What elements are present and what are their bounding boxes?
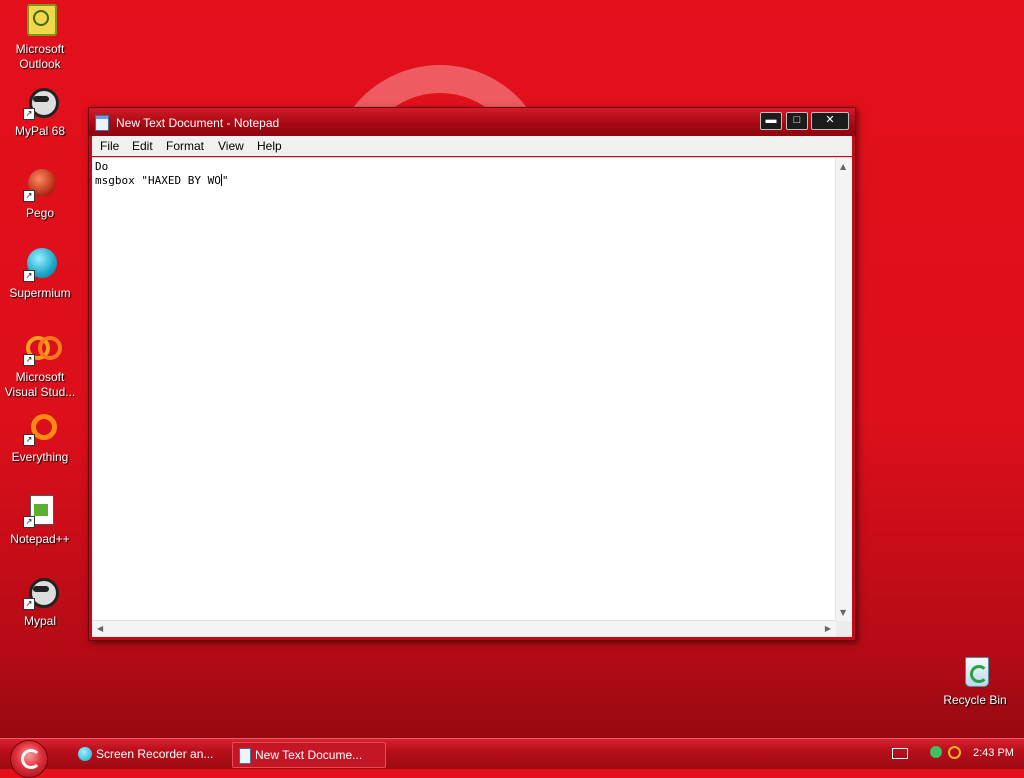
horizontal-scrollbar[interactable]: ◀ ▶ [92, 620, 836, 637]
screen-recorder-icon [78, 747, 92, 761]
keyboard-icon[interactable] [892, 748, 908, 759]
desktop-icon-mypal-68[interactable]: ↗ MyPal 68 [0, 86, 80, 139]
editor-line-2: msgbox "HAXED BY WO [95, 174, 221, 187]
shortcut-arrow-icon: ↗ [23, 270, 35, 282]
notepad-icon [239, 748, 251, 764]
editor-line-2-tail: " [221, 174, 229, 187]
desktop-icon-label: Pego [25, 206, 55, 220]
start-button[interactable] [10, 740, 48, 778]
menu-edit[interactable]: Edit [132, 139, 153, 153]
shortcut-arrow-icon: ↗ [23, 108, 35, 120]
shortcut-arrow-icon: ↗ [23, 190, 35, 202]
clock[interactable]: 2:43 PM [973, 747, 1014, 759]
pego-icon: ↗ [23, 168, 57, 202]
desktop-icon-label: Mypal [23, 614, 56, 628]
outlook-icon [23, 4, 57, 38]
taskbar-item-notepad[interactable]: New Text Docume... [232, 742, 386, 768]
window-title: New Text Document - Notepad [116, 116, 280, 130]
scroll-up-arrow-icon[interactable]: ▲ [840, 162, 846, 171]
desktop-icon-outlook[interactable]: Microsoft Outlook [0, 4, 80, 72]
desktop-icon-label: Recycle Bin [943, 693, 1007, 707]
desktop-icon-label: Notepad++ [10, 532, 70, 546]
scroll-down-arrow-icon[interactable]: ▼ [840, 608, 846, 617]
menu-view[interactable]: View [218, 139, 244, 153]
resize-grip[interactable] [836, 621, 852, 637]
taskbar-item-label: New Text Docume... [255, 748, 363, 762]
shortcut-arrow-icon: ↗ [23, 434, 35, 446]
shortcut-arrow-icon: ↗ [23, 598, 35, 610]
shortcut-arrow-icon: ↗ [23, 354, 35, 366]
taskbar-item-screen-recorder[interactable]: Screen Recorder an... [74, 742, 224, 766]
text-editor[interactable]: Do msgbox "HAXED BY WO" ▲ ▼ ◀ ▶ [92, 157, 852, 637]
taskbar-item-label: Screen Recorder an... [96, 747, 214, 761]
menu-bar: File Edit Format View Help [92, 136, 852, 156]
desktop-icon-pego[interactable]: ↗ Pego [0, 168, 80, 221]
start-logo-icon [21, 749, 41, 769]
desktop-icon-notepadpp[interactable]: ↗ Notepad++ [0, 494, 80, 547]
title-bar[interactable]: New Text Document - Notepad ▬ □ ✕ [89, 108, 855, 136]
mypal-icon: ↗ [23, 576, 59, 610]
desktop-icon-label: Microsoft Outlook [15, 42, 65, 71]
minimize-button[interactable]: ▬ [760, 112, 782, 130]
search-icon[interactable] [948, 746, 961, 759]
menu-format[interactable]: Format [166, 139, 204, 153]
close-button[interactable]: ✕ [811, 112, 849, 130]
everything-icon: ↗ [23, 412, 57, 446]
maximize-button[interactable]: □ [786, 112, 808, 130]
editor-line-1: Do [95, 160, 109, 173]
recycle-bin-icon [958, 655, 992, 689]
editor-content[interactable]: Do msgbox "HAXED BY WO" [95, 160, 228, 188]
desktop-icon-label: MyPal 68 [14, 124, 66, 138]
mypal-icon: ↗ [23, 86, 59, 120]
notepad-icon [95, 115, 109, 131]
scroll-left-arrow-icon[interactable]: ◀ [97, 624, 103, 633]
notepadpp-icon: ↗ [23, 494, 57, 528]
desktop-icon-visual-studio[interactable]: ↗ Microsoft Visual Stud... [0, 332, 80, 400]
desktop-icon-recycle-bin[interactable]: Recycle Bin [937, 655, 1013, 708]
desktop-icon-everything[interactable]: ↗ Everything [0, 412, 80, 465]
notepad-window[interactable]: New Text Document - Notepad ▬ □ ✕ File E… [88, 107, 856, 641]
desktop-icon-supermium[interactable]: ↗ Supermium [0, 248, 80, 301]
network-icon[interactable] [930, 746, 942, 758]
menu-file[interactable]: File [100, 139, 119, 153]
desktop-icon-mypal[interactable]: ↗ Mypal [0, 576, 80, 629]
vertical-scrollbar[interactable]: ▲ ▼ [835, 158, 852, 621]
menu-help[interactable]: Help [257, 139, 282, 153]
scroll-right-arrow-icon[interactable]: ▶ [825, 624, 831, 633]
desktop-icon-label: Supermium [9, 286, 71, 300]
visual-studio-icon: ↗ [23, 332, 62, 366]
supermium-icon: ↗ [23, 248, 57, 282]
desktop-icon-label: Everything [11, 450, 69, 464]
desktop-icon-label: Microsoft Visual Stud... [4, 370, 76, 399]
shortcut-arrow-icon: ↗ [23, 516, 35, 528]
